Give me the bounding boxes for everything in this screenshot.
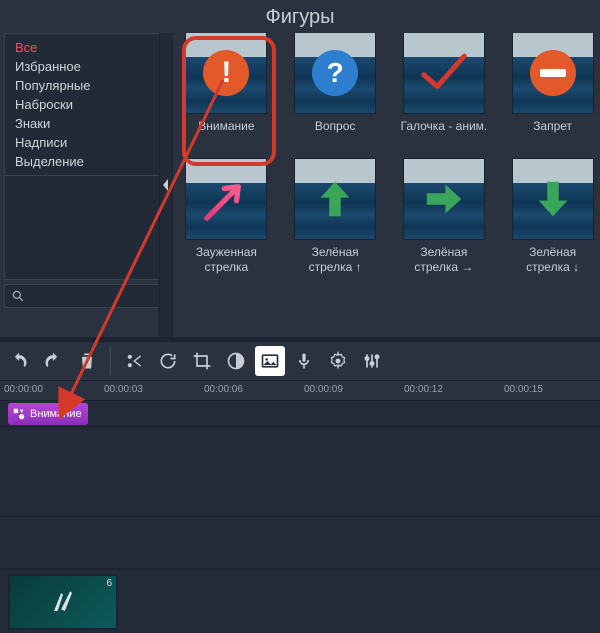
shape-thumb-narrow-arrow[interactable]: Зауженная стрелка xyxy=(183,159,270,275)
video-track-1[interactable] xyxy=(0,427,600,517)
clip-shape-icon xyxy=(12,407,26,421)
track-area: Внимание 6 xyxy=(0,401,600,633)
ruler-tick: 00:00:06 xyxy=(204,384,243,395)
category-item-sketches[interactable]: Наброски xyxy=(5,95,159,114)
arrow-right-icon xyxy=(404,159,484,239)
image-button[interactable] xyxy=(255,346,285,376)
arrow-up-icon xyxy=(295,159,375,239)
shapes-grid: ! Внимание ? Вопрос Г xyxy=(183,33,596,275)
shape-label: Зелёная стрелка ↑ xyxy=(292,245,379,275)
media-track[interactable]: 6 xyxy=(0,569,600,633)
shape-label: Внимание xyxy=(198,119,254,149)
timeline-toolbar xyxy=(0,341,600,381)
check-icon xyxy=(404,33,484,113)
shape-thumb-noentry[interactable]: Запрет xyxy=(509,33,596,149)
shapes-panel: Все Избранное Популярные Наброски Знаки … xyxy=(0,33,600,337)
mic-button[interactable] xyxy=(289,346,319,376)
shape-label: Зауженная стрелка xyxy=(183,245,270,275)
timeline-clip-attention[interactable]: Внимание xyxy=(8,403,88,425)
sliders-button[interactable] xyxy=(357,346,387,376)
shape-thumb-green-right[interactable]: Зелёная стрелка → xyxy=(401,159,488,275)
question-icon: ? xyxy=(295,33,375,113)
shape-label: Вопрос xyxy=(315,119,356,149)
shape-thumb-question[interactable]: ? Вопрос xyxy=(292,33,379,149)
media-clip[interactable]: 6 xyxy=(8,574,118,630)
category-item-signs[interactable]: Знаки xyxy=(5,114,159,133)
ruler-tick: 00:00:12 xyxy=(404,384,443,395)
shape-label: Зелёная стрелка ↓ xyxy=(509,245,596,275)
search-icon xyxy=(11,289,25,303)
category-list: Все Избранное Популярные Наброски Знаки … xyxy=(4,33,160,176)
settings-button[interactable] xyxy=(323,346,353,376)
ruler-tick: 00:00:09 xyxy=(304,384,343,395)
category-item-highlight[interactable]: Выделение xyxy=(5,152,159,171)
clip-label: Внимание xyxy=(30,408,82,420)
shape-thumb-check[interactable]: Галочка - аним. xyxy=(401,33,488,149)
collapse-handle[interactable] xyxy=(159,33,173,337)
media-clip-duration: 6 xyxy=(106,578,112,589)
shape-thumb-green-up[interactable]: Зелёная стрелка ↑ xyxy=(292,159,379,275)
exclamation-icon: ! xyxy=(186,33,266,113)
shapes-grid-wrap: ! Внимание ? Вопрос Г xyxy=(173,33,600,337)
cut-button[interactable] xyxy=(119,346,149,376)
ruler-tick: 00:00:03 xyxy=(104,384,143,395)
search-bar[interactable] xyxy=(4,284,160,308)
shape-label: Зелёная стрелка → xyxy=(401,245,488,275)
video-track-2[interactable] xyxy=(0,517,600,569)
effects-track[interactable]: Внимание xyxy=(0,401,600,427)
category-item-all[interactable]: Все xyxy=(5,38,159,57)
category-sidebar: Все Избранное Популярные Наброски Знаки … xyxy=(0,33,160,337)
undo-button[interactable] xyxy=(4,346,34,376)
shape-thumb-attention[interactable]: ! Внимание xyxy=(183,33,270,149)
arrow-down-icon xyxy=(513,159,593,239)
contrast-button[interactable] xyxy=(221,346,251,376)
shape-label: Запрет xyxy=(533,119,572,149)
redo-button[interactable] xyxy=(38,346,68,376)
no-entry-icon xyxy=(513,33,593,113)
category-item-popular[interactable]: Популярные xyxy=(5,76,159,95)
category-item-favorites[interactable]: Избранное xyxy=(5,57,159,76)
timeline-ruler[interactable]: 00:00:00 00:00:03 00:00:06 00:00:09 00:0… xyxy=(0,381,600,401)
category-item-captions[interactable]: Надписи xyxy=(5,133,159,152)
shape-label: Галочка - аним. xyxy=(401,119,488,149)
delete-button[interactable] xyxy=(72,346,102,376)
panel-title: Фигуры xyxy=(0,0,600,33)
category-spacer xyxy=(4,176,160,280)
ruler-tick: 00:00:00 xyxy=(4,384,43,395)
rotate-button[interactable] xyxy=(153,346,183,376)
arrow-pink-icon xyxy=(186,159,266,239)
crop-button[interactable] xyxy=(187,346,217,376)
ruler-tick: 00:00:15 xyxy=(504,384,543,395)
shape-thumb-green-down[interactable]: Зелёная стрелка ↓ xyxy=(509,159,596,275)
